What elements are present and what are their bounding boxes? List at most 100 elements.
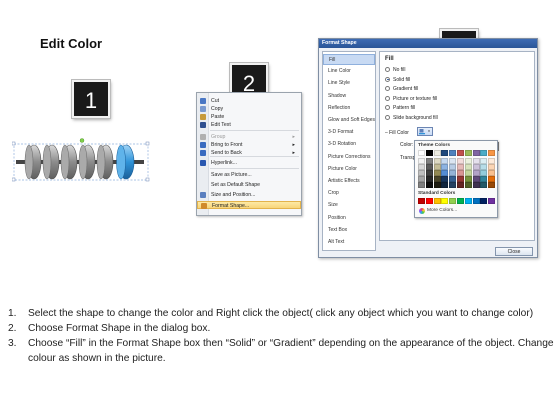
instruction-step: 2. Choose Format Shape in the dialog box… <box>8 321 556 336</box>
theme-shade-swatch[interactable] <box>480 182 488 188</box>
standard-color-swatch[interactable] <box>433 198 441 204</box>
menu-item-size-and-position[interactable]: Size and Position... <box>197 191 301 199</box>
radio-button[interactable] <box>385 76 390 82</box>
instruction-number: 2. <box>8 323 17 334</box>
standard-color-swatch[interactable] <box>472 198 480 204</box>
color-picker-button[interactable] <box>417 127 433 136</box>
sidebar-item-3-d-format[interactable]: 3-D Format <box>323 127 375 138</box>
theme-shade-swatch[interactable] <box>488 182 496 188</box>
theme-color-swatch[interactable] <box>441 150 449 156</box>
theme-color-swatch[interactable] <box>433 150 441 156</box>
sidebar-item-position[interactable]: Position <box>323 213 375 224</box>
more-colors-item[interactable]: More Colors... <box>418 207 496 215</box>
menu-item-edit-text[interactable]: Edit Text <box>197 121 301 129</box>
menu-item-label: Hyperlink... <box>211 160 237 166</box>
theme-color-swatch[interactable] <box>418 150 425 156</box>
close-button[interactable]: Close <box>495 247 533 256</box>
menu-item-group[interactable]: Group ▸ <box>197 133 301 141</box>
theme-color-swatch[interactable] <box>472 150 480 156</box>
menu-item-label: Send to Back <box>211 150 242 156</box>
menu-item-bring-to-front[interactable]: Bring to Front ▸ <box>197 141 301 149</box>
menu-item-set-as-default-shape[interactable]: Set as Default Shape <box>197 181 301 189</box>
sidebar-item-glow-and-soft-edges[interactable]: Glow and Soft Edges <box>323 115 375 126</box>
fill-option-no-fill[interactable]: No fill <box>385 66 406 74</box>
disk-3 <box>60 144 78 180</box>
standard-color-swatch[interactable] <box>488 198 496 204</box>
menu-item-send-to-back[interactable]: Send to Back ▸ <box>197 149 301 157</box>
standard-color-swatch[interactable] <box>464 198 472 204</box>
theme-shade-swatch[interactable] <box>449 182 457 188</box>
menu-item-label: Bring to Front <box>211 142 243 148</box>
page-title: Edit Color <box>40 36 103 51</box>
theme-color-swatch[interactable] <box>488 150 496 156</box>
disk-5 <box>96 144 114 180</box>
sidebar-item-shadow[interactable]: Shadow <box>323 91 375 102</box>
menu-item-hyperlink[interactable]: Hyperlink... <box>197 159 301 167</box>
fill-option-picture-or-texture-fill[interactable]: Picture or texture fill <box>385 95 437 103</box>
theme-shade-swatch[interactable] <box>457 182 464 188</box>
standard-color-swatch[interactable] <box>418 198 425 204</box>
radio-button[interactable] <box>385 105 390 111</box>
fill-option-label: No fill <box>393 67 406 73</box>
sidebar-item-picture-corrections[interactable]: Picture Corrections <box>323 152 375 163</box>
theme-shade-swatch[interactable] <box>433 182 441 188</box>
sidebar-item-crop[interactable]: Crop <box>323 188 375 199</box>
theme-shade-swatch[interactable] <box>464 182 472 188</box>
menu-item-copy[interactable]: Copy <box>197 105 301 113</box>
sidebar-item-fill[interactable]: Fill <box>323 54 375 65</box>
theme-shade-swatch[interactable] <box>472 182 480 188</box>
fill-option-slide-background-fill[interactable]: Slide background fill <box>385 114 438 122</box>
menu-item-paste[interactable]: Paste <box>197 113 301 121</box>
menu-item-format-shape[interactable]: Format Shape... <box>197 201 301 209</box>
menu-item-cut[interactable]: Cut <box>197 97 301 105</box>
radio-button[interactable] <box>385 86 390 92</box>
fill-option-label: Pattern fill <box>393 105 416 111</box>
theme-shade-swatch[interactable] <box>425 182 433 188</box>
fill-option-label: Solid fill <box>393 76 411 83</box>
theme-color-swatch[interactable] <box>457 150 464 156</box>
theme-shade-swatch[interactable] <box>441 182 449 188</box>
fill-option-gradient-fill[interactable]: Gradient fill <box>385 85 418 93</box>
selected-disk-shapes[interactable] <box>12 138 152 186</box>
sidebar-item-3-d-rotation[interactable]: 3-D Rotation <box>323 139 375 150</box>
sidebar-item-text-box[interactable]: Text Box <box>323 225 375 236</box>
theme-shade-swatch[interactable] <box>418 182 425 188</box>
sidebar-item-picture-color[interactable]: Picture Color <box>323 164 375 175</box>
color-palette-popup: Theme Colors Standard Colors More Colors… <box>414 140 498 218</box>
fill-color-heading-text: Fill Color <box>389 130 409 136</box>
standard-color-swatch[interactable] <box>449 198 457 204</box>
disk-2 <box>42 144 60 180</box>
theme-color-swatch[interactable] <box>480 150 488 156</box>
sidebar-item-line-color[interactable]: Line Color <box>323 66 375 77</box>
sidebar-item-artistic-effects[interactable]: Artistic Effects <box>323 176 375 187</box>
menu-item-save-as-picture[interactable]: Save as Picture... <box>197 171 301 179</box>
instructions-list: 1. Select the shape to change the color … <box>8 306 556 366</box>
theme-color-swatch[interactable] <box>449 150 457 156</box>
standard-color-swatch[interactable] <box>425 198 433 204</box>
standard-color-swatch[interactable] <box>480 198 488 204</box>
fill-option-pattern-fill[interactable]: Pattern fill <box>385 104 415 112</box>
more-colors-label: More Colors... <box>427 208 458 213</box>
instruction-text: Choose “Fill” in the Format Shape box th… <box>28 338 554 364</box>
sidebar-item-size[interactable]: Size <box>323 200 375 211</box>
standard-color-swatch[interactable] <box>457 198 464 204</box>
theme-color-swatch[interactable] <box>425 150 433 156</box>
radio-button[interactable] <box>385 67 390 73</box>
fill-option-label: Gradient fill <box>393 86 419 92</box>
radio-button[interactable] <box>385 95 390 101</box>
dialog-title: Format Shape <box>319 39 537 48</box>
theme-color-swatch[interactable] <box>464 150 472 156</box>
fill-color-heading: – Fill Color <box>385 130 409 136</box>
submenu-arrow-icon: ▸ <box>292 134 295 140</box>
fill-option-solid-fill[interactable]: Solid fill <box>385 76 410 84</box>
hyperlink-icon <box>200 160 206 166</box>
standard-color-swatch[interactable] <box>441 198 449 204</box>
bring-to-front-icon <box>200 142 206 148</box>
dialog-sidebar: Fill Line Color Line Style Shadow Reflection… <box>322 51 376 251</box>
radio-button[interactable] <box>385 114 390 120</box>
menu-item-label: Edit Text <box>211 122 231 128</box>
sidebar-item-reflection[interactable]: Reflection <box>323 103 375 114</box>
sidebar-item-line-style[interactable]: Line Style <box>323 78 375 89</box>
sidebar-item-alt-text[interactable]: Alt Text <box>323 237 375 248</box>
menu-item-label: Set as Default Shape <box>211 182 261 188</box>
